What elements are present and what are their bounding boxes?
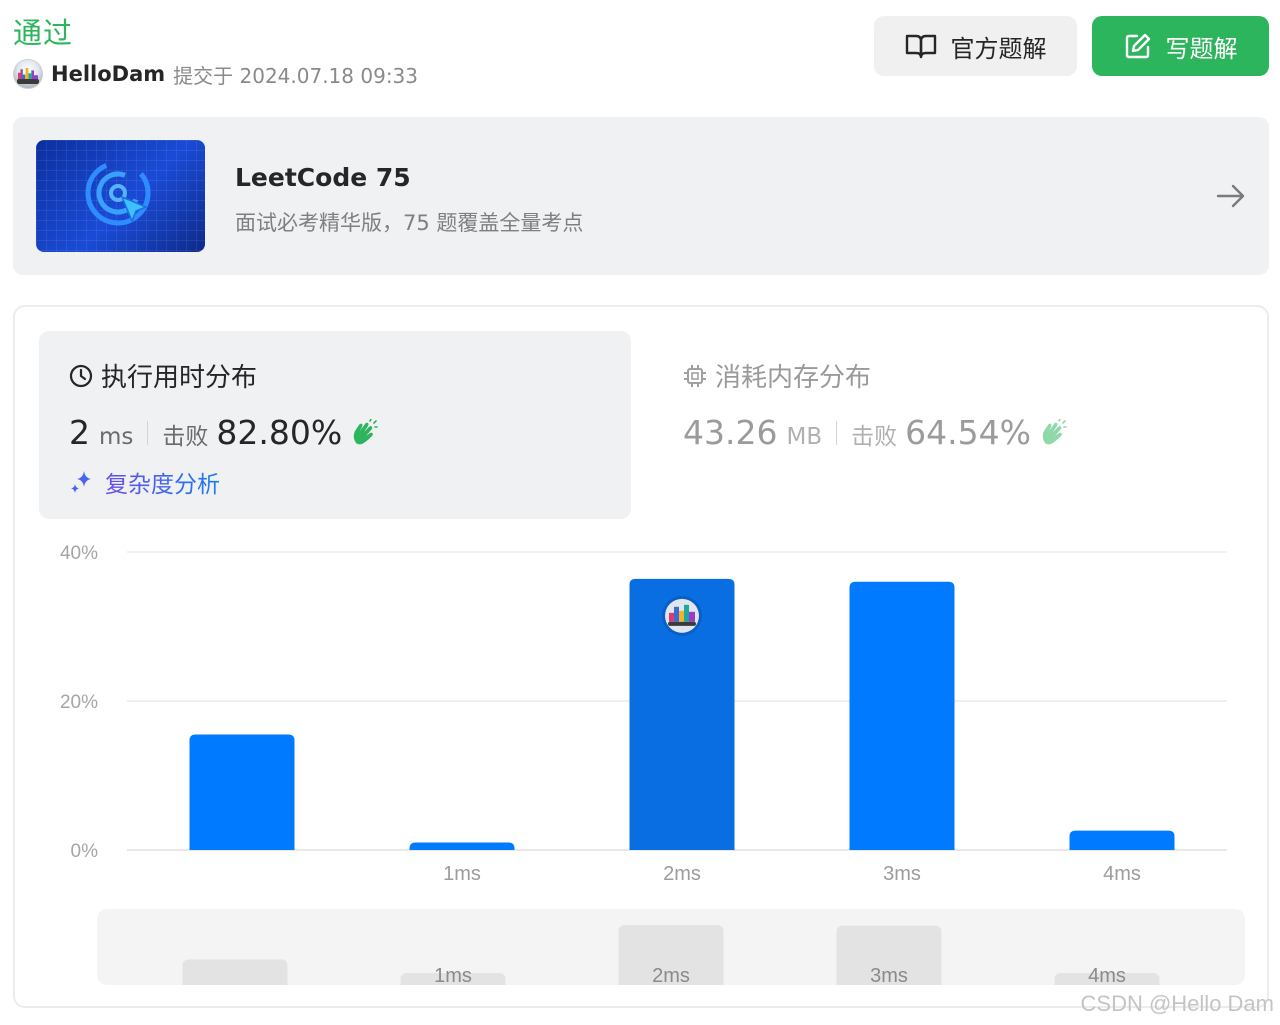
watermark: CSDN @Hello Dam (1080, 991, 1274, 1016)
edit-icon (1125, 33, 1150, 59)
submission-meta: HelloDam 提交于 2024.07.18 09:33 (13, 58, 418, 90)
submission-status: 通过 (13, 16, 74, 50)
study-plan-subtitle: 面试必考精华版，75 题覆盖全量考点 (235, 211, 584, 235)
overview-tick-label: 1ms (434, 965, 472, 987)
overview-bar (182, 959, 288, 985)
x-tick-label: 3ms (883, 863, 921, 885)
arrow-right-icon (1216, 184, 1245, 208)
target-cursor-icon (85, 160, 151, 226)
study-plan-card[interactable]: LeetCode 75 面试必考精华版，75 题覆盖全量考点 (13, 117, 1269, 275)
x-tick-label: 1ms (443, 863, 481, 885)
write-solution-button[interactable]: 写题解 (1092, 16, 1269, 76)
avatar[interactable] (13, 59, 43, 89)
write-solution-label: 写题解 (1165, 34, 1238, 63)
submit-time: 提交于 2024.07.18 09:33 (173, 63, 419, 88)
x-tick-label: 4ms (1103, 863, 1141, 885)
bar[interactable] (409, 842, 515, 850)
y-tick-label: 40% (60, 543, 98, 564)
study-plan-thumbnail (36, 140, 205, 252)
book-icon (905, 34, 936, 59)
overview-tick-label: 4ms (1088, 965, 1126, 987)
submission-avatar-marker (662, 595, 702, 636)
study-plan-title: LeetCode 75 (235, 163, 411, 192)
y-tick-label: 0% (71, 841, 99, 862)
overview-tick-label: 3ms (870, 965, 908, 987)
overview-tick-label: 2ms (652, 965, 690, 987)
official-solution-button[interactable]: 官方题解 (874, 16, 1077, 76)
x-tick-label: 2ms (663, 863, 701, 885)
bar[interactable] (189, 734, 295, 850)
bar[interactable] (1069, 830, 1175, 850)
bar[interactable] (849, 581, 955, 850)
runtime-distribution-chart[interactable]: 0% 20% 40% 1ms 2ms 3ms 4ms 1ms 2ms 3ms 4ms (15, 307, 1267, 1006)
official-solution-label: 官方题解 (950, 34, 1047, 63)
distribution-panel: 执行用时分布 2 ms 击败 82.80% 复杂度分析 消耗内存分布 43.26… (13, 305, 1269, 1008)
username[interactable]: HelloDam (51, 62, 165, 86)
y-tick-label: 20% (60, 692, 98, 713)
